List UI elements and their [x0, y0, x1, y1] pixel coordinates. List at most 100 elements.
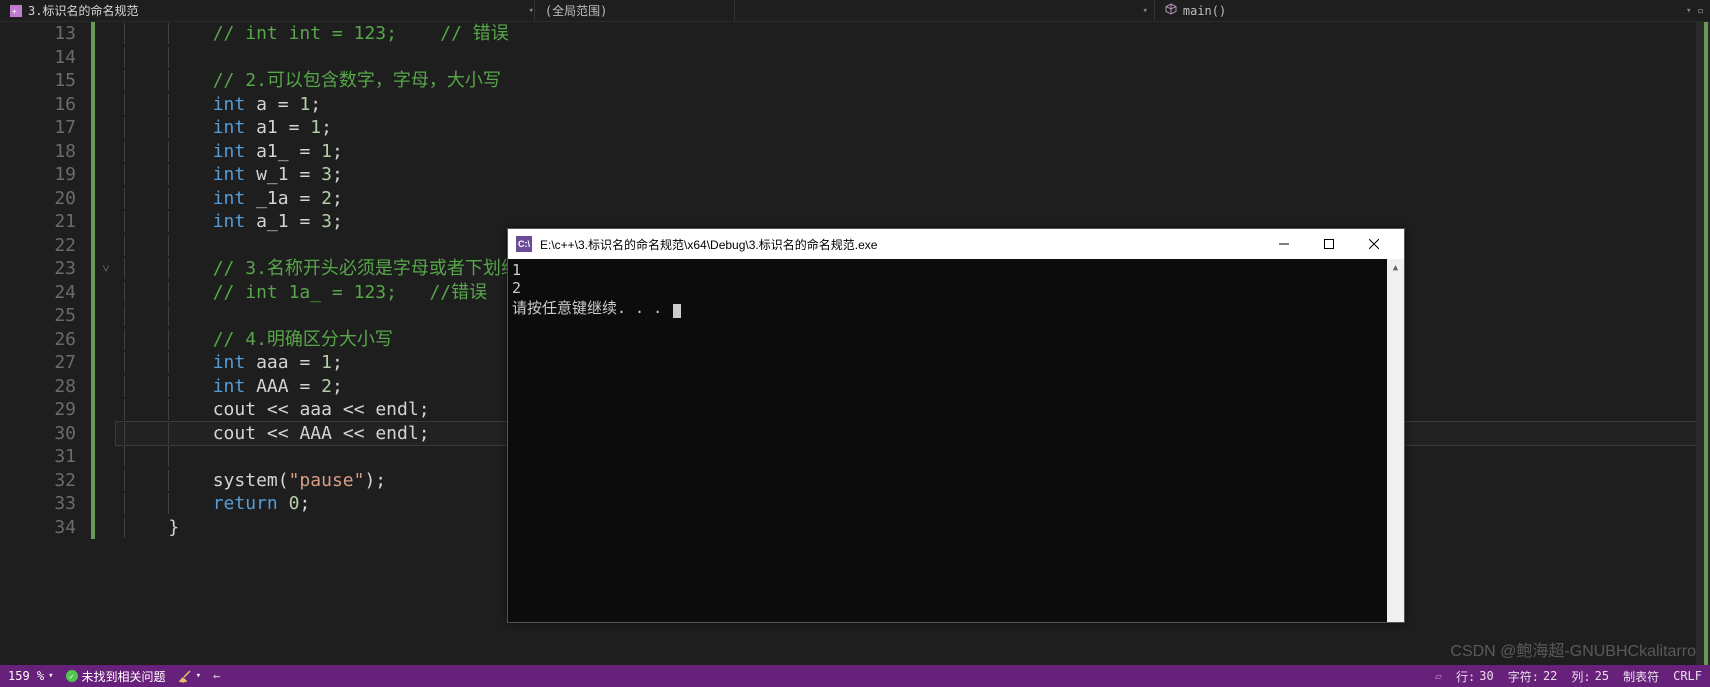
code-line[interactable]: int a = 1; — [116, 93, 1710, 117]
fold-spacer — [96, 492, 116, 516]
fold-spacer — [96, 398, 116, 422]
close-button[interactable] — [1351, 229, 1396, 259]
close-icon — [1369, 239, 1379, 249]
function-dropdown[interactable]: main() — [1154, 0, 1236, 21]
minimize-icon — [1279, 239, 1289, 249]
nav-back[interactable]: ← — [213, 669, 220, 683]
code-line[interactable]: int _1a = 2; — [116, 187, 1710, 211]
change-marker — [91, 257, 95, 281]
brush-tool[interactable]: ▾ — [178, 669, 201, 683]
brush-icon — [178, 669, 192, 683]
function-dropdown-arrow[interactable]: ▾ — [1686, 6, 1691, 16]
fold-spacer — [96, 281, 116, 305]
console-line: 请按任意键继续. . . — [512, 297, 1400, 315]
maximize-button[interactable] — [1306, 229, 1351, 259]
function-label: main() — [1183, 4, 1226, 18]
console-app-icon: C:\ — [516, 236, 532, 252]
scroll-up-arrow[interactable]: ▲ — [1387, 259, 1404, 276]
code-line[interactable]: // 2.可以包含数字，字母，大小写 — [116, 69, 1710, 93]
fold-spacer — [96, 46, 116, 70]
console-cursor — [673, 304, 681, 318]
fold-spacer — [96, 422, 116, 446]
change-marker — [91, 375, 95, 399]
console-output[interactable]: 12请按任意键继续. . . ▲ — [508, 259, 1404, 622]
change-marker — [91, 304, 95, 328]
line-number: 15 — [0, 69, 76, 93]
change-marker — [91, 234, 95, 258]
line-number: 27 — [0, 351, 76, 375]
issues-status[interactable]: ✓ 未找到相关问题 — [66, 668, 166, 685]
fold-spacer — [96, 22, 116, 46]
change-marker — [91, 516, 95, 540]
line-number: 20 — [0, 187, 76, 211]
file-tab[interactable]: + 3.标识名的命名规范 — [0, 0, 148, 21]
console-titlebar[interactable]: C:\ E:\c++\3.标识名的命名规范\x64\Debug\3.标识名的命名… — [508, 229, 1404, 259]
fold-spacer — [96, 210, 116, 234]
console-scrollbar[interactable]: ▲ — [1387, 259, 1404, 622]
change-marker — [91, 351, 95, 375]
console-line: 2 — [512, 279, 1400, 297]
fold-spacer — [96, 140, 116, 164]
line-number: 24 — [0, 281, 76, 305]
scope-dropdown-arrow[interactable]: ▾ — [1142, 6, 1153, 16]
split-editor-icon[interactable]: ▫ — [1697, 4, 1704, 17]
line-number: 21 — [0, 210, 76, 234]
eol-mode[interactable]: CRLF — [1673, 669, 1702, 683]
fold-spacer — [96, 187, 116, 211]
change-marker — [91, 69, 95, 93]
fold-spacer — [96, 469, 116, 493]
line-number: 31 — [0, 445, 76, 469]
code-line[interactable]: int a1_ = 1; — [116, 140, 1710, 164]
fold-spacer — [96, 116, 116, 140]
code-line[interactable]: // int int = 123; // 错误 — [116, 22, 1710, 46]
scope-dropdown[interactable]: (全局范围) — [534, 0, 734, 21]
code-line[interactable]: int w_1 = 3; — [116, 163, 1710, 187]
check-circle-icon: ✓ — [66, 670, 78, 682]
line-number: 22 — [0, 234, 76, 258]
line-number: 26 — [0, 328, 76, 352]
line-number: 19 — [0, 163, 76, 187]
change-marker — [91, 445, 95, 469]
fold-column: ˅ — [96, 22, 116, 665]
change-marker — [91, 328, 95, 352]
change-marker — [91, 163, 95, 187]
change-marker — [91, 22, 95, 46]
line-number: 30 — [0, 422, 76, 446]
fold-spacer — [96, 69, 116, 93]
change-marker — [91, 210, 95, 234]
line-number: 13 — [0, 22, 76, 46]
fold-spacer — [96, 351, 116, 375]
change-marker — [91, 469, 95, 493]
change-marker — [91, 281, 95, 305]
console-title: E:\c++\3.标识名的命名规范\x64\Debug\3.标识名的命名规范.e… — [540, 236, 1261, 253]
change-marker — [91, 46, 95, 70]
change-marker — [91, 187, 95, 211]
line-number: 33 — [0, 492, 76, 516]
indentation-mode[interactable]: 制表符 — [1623, 668, 1659, 685]
fold-spacer — [96, 163, 116, 187]
scope-label: (全局范围) — [545, 2, 607, 19]
change-marker — [91, 140, 95, 164]
change-marker — [91, 398, 95, 422]
line-number: 23 — [0, 257, 76, 281]
tab-title: 3.标识名的命名规范 — [28, 2, 138, 19]
top-toolbar: + 3.标识名的命名规范 ▾ (全局范围) ▾ main() ▾ ▫ — [0, 0, 1710, 22]
line-number: 18 — [0, 140, 76, 164]
fold-spacer — [96, 375, 116, 399]
line-number: 28 — [0, 375, 76, 399]
fold-chevron-icon[interactable]: ˅ — [96, 257, 116, 281]
fold-spacer — [96, 516, 116, 540]
change-marker — [91, 492, 95, 516]
code-line[interactable] — [116, 46, 1710, 70]
line-number: 29 — [0, 398, 76, 422]
code-line[interactable]: int a1 = 1; — [116, 116, 1710, 140]
line-number: 32 — [0, 469, 76, 493]
svg-text:+: + — [12, 7, 17, 16]
minimize-button[interactable] — [1261, 229, 1306, 259]
fold-spacer — [96, 93, 116, 117]
zoom-level[interactable]: 159 % ▾ — [8, 669, 54, 683]
overview-ruler[interactable] — [1696, 22, 1710, 665]
line-number: 25 — [0, 304, 76, 328]
line-number: 14 — [0, 46, 76, 70]
line-number: 17 — [0, 116, 76, 140]
